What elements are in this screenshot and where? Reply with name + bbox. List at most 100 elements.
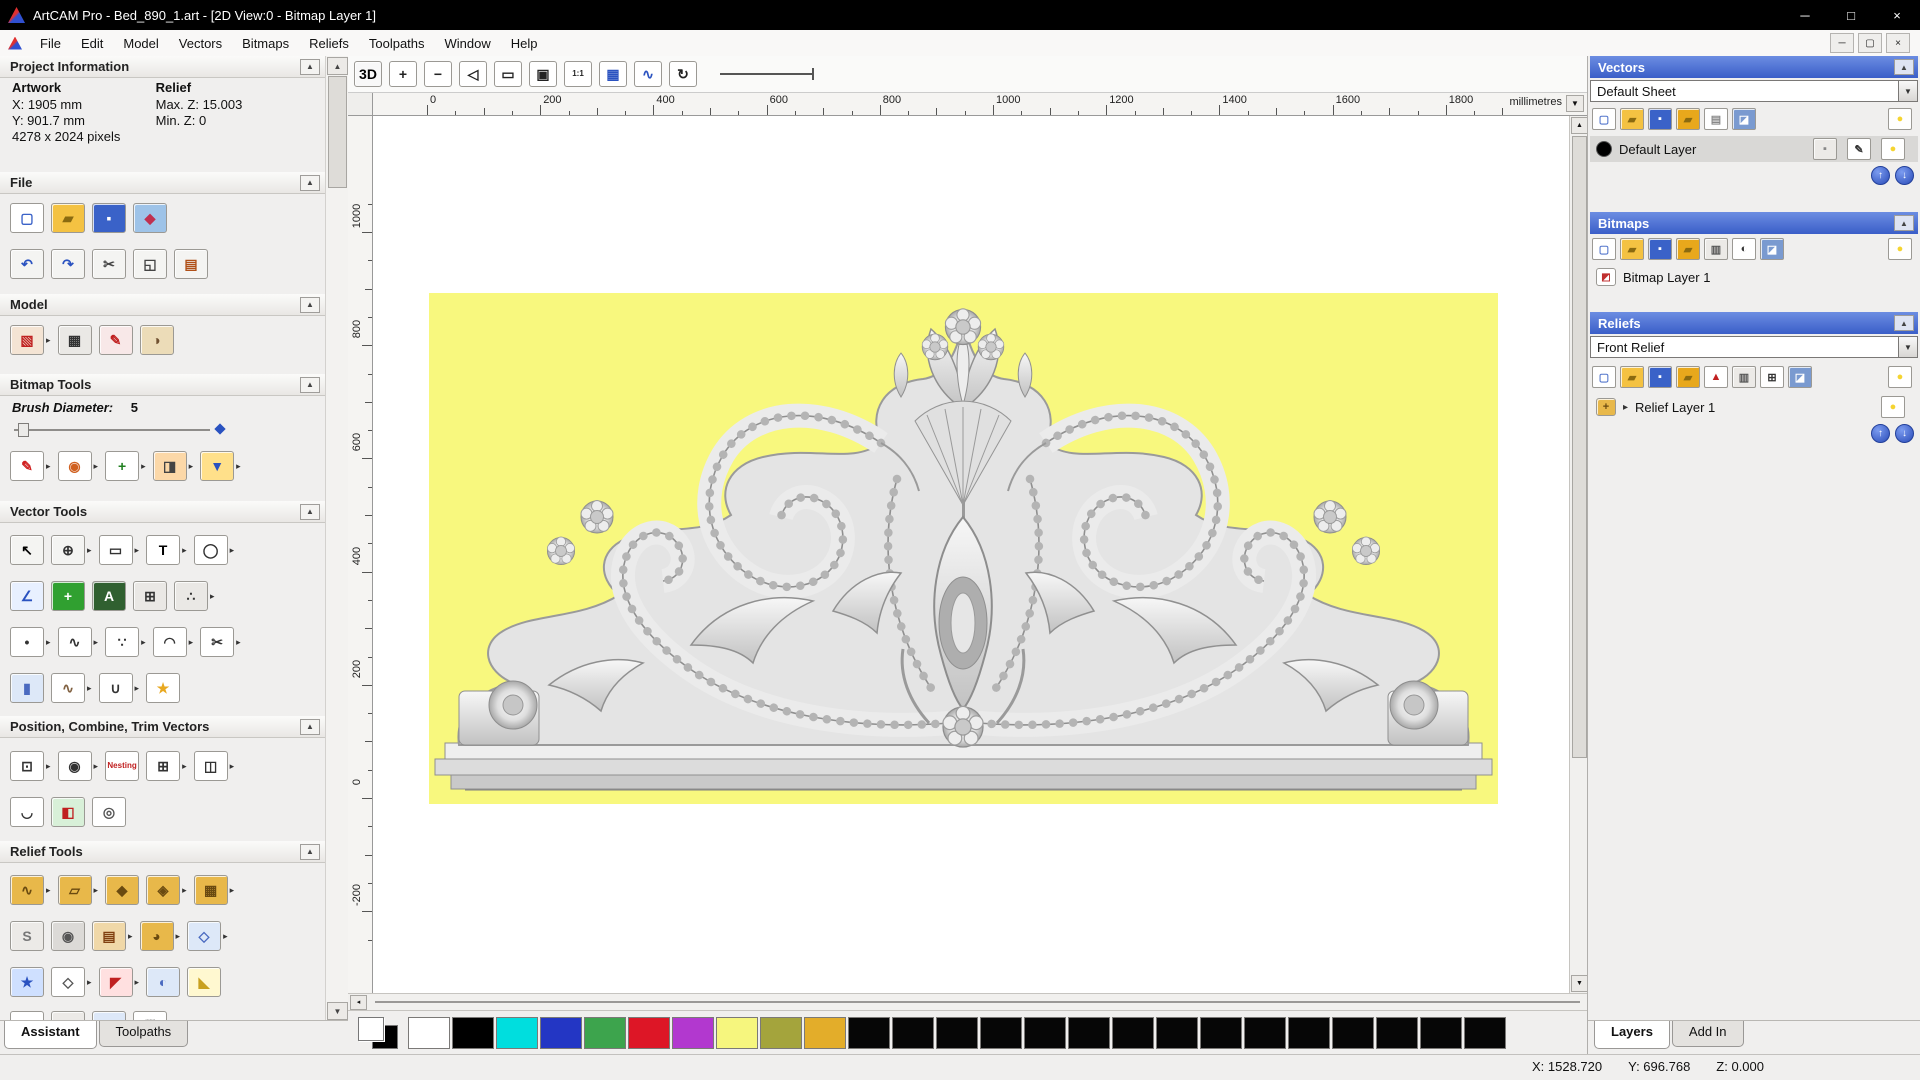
save-vector-layer[interactable]: ▪	[1648, 108, 1672, 130]
view-3d[interactable]: 3D	[354, 61, 382, 87]
edit-colours[interactable]: ◨ ▸	[152, 451, 193, 481]
palette-swatch-red[interactable]	[628, 1017, 670, 1049]
envelope-distortion-flyout-arrow[interactable]: ▸	[223, 931, 228, 942]
extrude-relief-flyout-arrow[interactable]: ▸	[87, 977, 92, 988]
ruler-corner[interactable]	[348, 93, 373, 115]
slider-handle[interactable]	[18, 423, 29, 437]
new-bitmap-layer[interactable]: ▢	[1592, 238, 1616, 260]
palette-swatch-black[interactable]	[452, 1017, 494, 1049]
text-in-a-box[interactable]: A	[92, 581, 126, 611]
new-vector-sheet[interactable]: ▢	[1592, 108, 1616, 130]
texture-wizard[interactable]: ▦ ▸	[193, 875, 235, 905]
trim-vectors-flyout-arrow[interactable]: ▸	[236, 637, 241, 648]
zoom-fit[interactable]: ▣	[529, 61, 557, 87]
layer-colour-swatch[interactable]	[1596, 141, 1612, 157]
relief-layer-row[interactable]: + ▸ Relief Layer 1 ●	[1590, 394, 1918, 420]
smooth-relief[interactable]: ▱ ▸	[57, 875, 99, 905]
ruler-options-button[interactable]: ▼	[1566, 95, 1584, 112]
create-point-flyout-arrow[interactable]: ▸	[46, 637, 51, 648]
assistant-scrollbar[interactable]: ▲ ▼	[325, 56, 348, 1021]
tab-add-in[interactable]: Add In	[1671, 1021, 1744, 1047]
angled-plane[interactable]: ◣	[187, 967, 222, 997]
smooth-relief-flyout-arrow[interactable]: ▸	[94, 885, 99, 896]
move-relief-down-button[interactable]: ↓	[1895, 424, 1914, 443]
palette-swatch-black-5[interactable]	[980, 1017, 1022, 1049]
palette-swatch-black-4[interactable]	[936, 1017, 978, 1049]
refresh-view[interactable]: ↻	[669, 61, 697, 87]
menu-bitmaps[interactable]: Bitmaps	[232, 30, 299, 56]
relief-dropdown-button[interactable]: ▼	[1898, 337, 1917, 357]
collapse-vector-tools-button[interactable]: ▲	[300, 503, 320, 520]
scroll-up-button[interactable]: ▲	[327, 57, 348, 75]
open-vector-layer[interactable]: ▰	[1620, 108, 1644, 130]
sculpting[interactable]: ∿ ▸	[10, 875, 51, 905]
clipart-library-flyout-arrow[interactable]: ▸	[128, 931, 133, 942]
save-bitmap-layer[interactable]: ▪	[1648, 238, 1672, 260]
snap-points[interactable]: ∴ ▸	[174, 581, 215, 611]
vertical-ruler[interactable]: 1000 800 600 400 200 0 -200	[348, 116, 373, 993]
slider-track[interactable]	[14, 429, 210, 431]
set-model-size-flyout-arrow[interactable]: ▸	[46, 335, 51, 346]
toggle-vector-visibility[interactable]: ∿	[634, 61, 662, 87]
freehand-curve-flyout-arrow[interactable]: ▸	[94, 637, 99, 648]
relief-layer-expander-icon[interactable]: ▸	[1623, 402, 1628, 413]
texture-wizard-flyout-arrow[interactable]: ▸	[230, 885, 235, 896]
face-wizard[interactable]: ◕ ▸	[139, 921, 180, 951]
viewport-scroll-left-button[interactable]: ◂	[350, 994, 367, 1010]
snap-points-flyout-arrow[interactable]: ▸	[210, 591, 215, 602]
palette-swatch-gold[interactable]	[804, 1017, 846, 1049]
palette-swatch-black-12[interactable]	[1288, 1017, 1330, 1049]
artwork-region[interactable]	[429, 293, 1498, 804]
new-model[interactable]: ▢	[10, 203, 44, 233]
trim-vectors[interactable]: ✂ ▸	[200, 627, 241, 657]
emboss-wizard[interactable]: ◈ ▸	[146, 875, 187, 905]
combine-relief-layers[interactable]: ⊞	[1760, 366, 1784, 388]
adjust-model-lighting[interactable]: ◑	[139, 325, 174, 355]
collapse-bitmaps-button[interactable]: ▲	[1894, 215, 1914, 231]
viewport-scroll-up-button[interactable]: ▲	[1571, 117, 1588, 134]
weld-vectors[interactable]: ◫ ▸	[193, 751, 235, 781]
relief-layer-visibility[interactable]: ●	[1881, 396, 1905, 418]
toggle-all-bitmap-visibility[interactable]: ●	[1888, 238, 1912, 260]
scrollbar-thumb[interactable]	[328, 76, 347, 188]
palette-swatch-black-16[interactable]	[1464, 1017, 1506, 1049]
circular-copy[interactable]: ◉ ▸	[57, 751, 98, 781]
lock-layer[interactable]: ▪	[1813, 138, 1837, 160]
vector-doctor[interactable]: +	[51, 581, 85, 611]
edit-layer[interactable]: ✎	[1847, 138, 1871, 160]
envelope-distortion[interactable]: ◇ ▸	[187, 921, 228, 951]
create-arc[interactable]: ◠ ▸	[152, 627, 193, 657]
flood-fill-flyout-arrow[interactable]: ▸	[236, 461, 241, 472]
palette-swatch-green[interactable]	[584, 1017, 626, 1049]
node-editing-flyout-arrow[interactable]: ▸	[141, 637, 146, 648]
open-model[interactable]: ▰	[51, 203, 85, 233]
paint-selective-flyout-arrow[interactable]: ▸	[94, 461, 99, 472]
relief-front-back[interactable]: ▲	[1704, 366, 1728, 388]
palette-swatch-black-7[interactable]	[1068, 1017, 1110, 1049]
collapse-position-combine-button[interactable]: ▲	[300, 718, 320, 735]
node-editing[interactable]: ∵ ▸	[105, 627, 146, 657]
zoom-out[interactable]: −	[424, 61, 452, 87]
palette-swatch-black-14[interactable]	[1376, 1017, 1418, 1049]
colour-picker-flyout-arrow[interactable]: ▸	[141, 461, 146, 472]
palette-swatch-black-15[interactable]	[1420, 1017, 1462, 1049]
horizontal-ruler[interactable]: millimetres ▼ 0 200 400 600 800 1000 1200 1400 1…	[373, 93, 1588, 115]
vector-layer-row[interactable]: Default Layer ▪ ✎ ●	[1590, 136, 1918, 162]
weld-vectors-flyout-arrow[interactable]: ▸	[230, 761, 235, 772]
relief-layer-name[interactable]: Relief Layer 1	[1635, 400, 1715, 415]
collapse-reliefs-button[interactable]: ▲	[1894, 315, 1914, 331]
bitmap-layer-name[interactable]: Bitmap Layer 1	[1623, 270, 1710, 285]
bitmap-layer-row[interactable]: ◩ Bitmap Layer 1	[1590, 264, 1918, 290]
delete-relief-layer[interactable]: ◪	[1788, 366, 1812, 388]
sculpting-flyout-arrow[interactable]: ▸	[46, 885, 51, 896]
line-width-slider-handle[interactable]	[812, 68, 814, 80]
scroll-down-button[interactable]: ▼	[327, 1002, 348, 1020]
menu-window[interactable]: Window	[435, 30, 501, 56]
import-bitmap-layer[interactable]: ▰	[1676, 238, 1700, 260]
collapse-project-information-button[interactable]: ▲	[300, 58, 320, 75]
copy[interactable]: ◱	[133, 249, 167, 279]
new-relief-layer[interactable]: ▢	[1592, 366, 1616, 388]
import-relief-layer[interactable]: ▰	[1676, 366, 1700, 388]
create-rectangle[interactable]: ▭ ▸	[98, 535, 139, 565]
paint-relief[interactable]: ✎	[98, 325, 133, 355]
